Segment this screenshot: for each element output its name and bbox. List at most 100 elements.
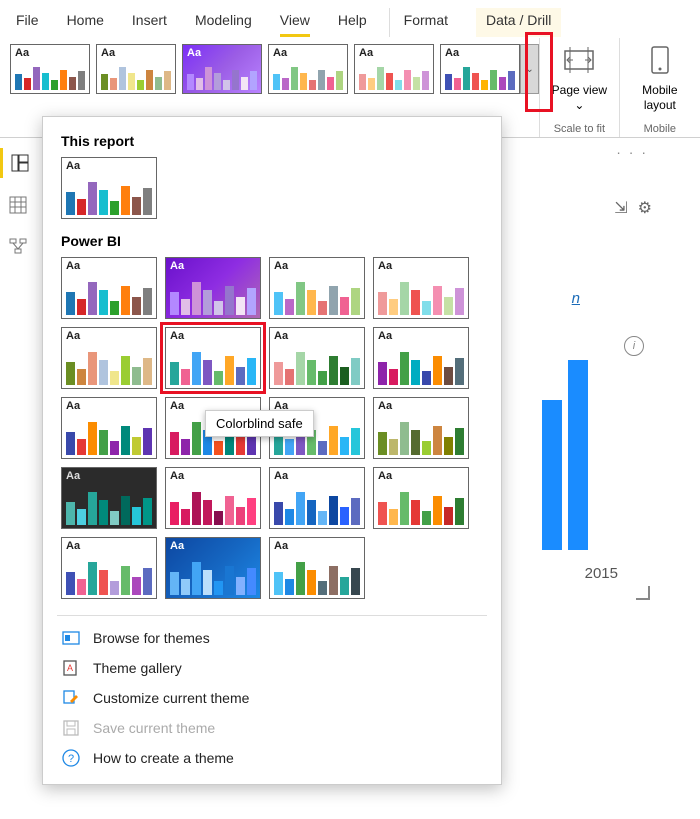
action-gallery[interactable]: ATheme gallery xyxy=(61,658,487,678)
theme-bars xyxy=(66,344,152,385)
chevron-down-icon: ⌄ xyxy=(574,98,584,112)
theme-thumbnail[interactable]: Aa xyxy=(373,257,469,319)
tooltip-theme-name: Colorblind safe xyxy=(205,410,314,437)
theme-aa-label: Aa xyxy=(378,471,464,482)
theme-aa-label: Aa xyxy=(378,331,464,342)
more-options-icon[interactable]: · · · xyxy=(616,144,648,160)
theme-bars xyxy=(378,274,464,315)
theme-thumbnail[interactable]: Aa xyxy=(440,44,520,94)
focus-mode-icon[interactable]: ⇲ xyxy=(614,198,627,218)
action-label: Save current theme xyxy=(93,720,215,736)
theme-thumbnail[interactable]: Aa xyxy=(269,537,365,599)
theme-bars xyxy=(378,414,464,455)
theme-thumbnail[interactable]: Aa xyxy=(61,327,157,389)
theme-bars xyxy=(66,484,152,525)
divider xyxy=(57,615,487,616)
theme-thumbnail[interactable]: Aa xyxy=(165,327,261,389)
theme-thumbnail[interactable]: Aa xyxy=(165,537,261,599)
theme-dropdown-button[interactable]: ⌄ xyxy=(520,44,539,94)
theme-thumbnail[interactable]: Aa xyxy=(268,44,348,94)
theme-bars xyxy=(15,61,85,90)
model-view-icon[interactable] xyxy=(0,232,36,262)
theme-aa-label: Aa xyxy=(274,331,360,342)
svg-text:A: A xyxy=(67,663,73,673)
resize-handle-icon[interactable] xyxy=(636,586,650,600)
mobile-layout-sublabel: Mobile xyxy=(644,123,676,135)
data-view-icon[interactable] xyxy=(0,190,36,220)
theme-bars xyxy=(170,484,256,525)
theme-thumbnail[interactable]: Aa xyxy=(269,257,365,319)
theme-aa-label: Aa xyxy=(445,48,515,59)
theme-thumbnail[interactable]: Aa xyxy=(61,397,157,459)
theme-thumbnail[interactable]: Aa xyxy=(373,397,469,459)
ribbon-tabs: File Home Insert Modeling View Help Form… xyxy=(0,0,700,38)
theme-thumbnail[interactable]: Aa xyxy=(61,467,157,529)
theme-aa-label: Aa xyxy=(187,48,257,59)
theme-thumbnail[interactable]: Aa xyxy=(373,467,469,529)
theme-bars xyxy=(170,554,256,595)
browse-icon xyxy=(61,628,81,648)
theme-aa-label: Aa xyxy=(378,401,464,412)
action-browse[interactable]: Browse for themes xyxy=(61,628,487,648)
theme-bars xyxy=(274,274,360,315)
theme-thumbnail[interactable]: Aa xyxy=(182,44,262,94)
tab-view[interactable]: View xyxy=(280,8,310,37)
view-rail xyxy=(0,134,36,262)
theme-bars xyxy=(170,344,256,385)
theme-thumbnail[interactable]: Aa xyxy=(10,44,90,94)
theme-aa-label: Aa xyxy=(101,48,171,59)
theme-thumbnail[interactable]: Aa xyxy=(61,537,157,599)
theme-aa-label: Aa xyxy=(15,48,85,59)
theme-aa-label: Aa xyxy=(274,541,360,552)
theme-aa-label: Aa xyxy=(66,161,152,172)
theme-thumbnail[interactable]: Aa xyxy=(354,44,434,94)
tab-data-drill[interactable]: Data / Drill xyxy=(476,8,561,37)
page-view-sublabel: Scale to fit xyxy=(554,123,605,135)
theme-aa-label: Aa xyxy=(359,48,429,59)
tab-file[interactable]: File xyxy=(16,8,39,37)
theme-dropdown-panel: This report Aa Power BI AaAaAaAaAaAaAaAa… xyxy=(42,116,502,785)
theme-bars xyxy=(273,61,343,90)
chart-bars-fragment xyxy=(542,360,590,550)
section-power-bi: Power BI xyxy=(61,233,483,249)
svg-text:?: ? xyxy=(68,753,74,765)
theme-bars xyxy=(378,484,464,525)
theme-thumbnail[interactable]: Aa xyxy=(61,257,157,319)
theme-thumbnail[interactable]: Aa xyxy=(269,467,365,529)
action-save: Save current theme xyxy=(61,718,487,738)
theme-bars xyxy=(359,61,429,90)
tab-help[interactable]: Help xyxy=(338,8,367,37)
theme-thumbnail[interactable]: Aa xyxy=(165,257,261,319)
theme-thumbnail[interactable]: Aa xyxy=(165,467,261,529)
tab-format[interactable]: Format xyxy=(389,8,448,37)
theme-aa-label: Aa xyxy=(170,261,256,272)
link-fragment[interactable]: n xyxy=(572,290,580,307)
tab-modeling[interactable]: Modeling xyxy=(195,8,252,37)
theme-aa-label: Aa xyxy=(274,261,360,272)
mobile-icon xyxy=(651,44,669,76)
mobile-layout-group[interactable]: Mobile layout Mobile xyxy=(619,38,700,137)
info-icon[interactable]: i xyxy=(624,336,644,356)
page-view-group[interactable]: Page view ⌄ Scale to fit xyxy=(539,38,619,137)
tab-home[interactable]: Home xyxy=(67,8,104,37)
action-label: How to create a theme xyxy=(93,750,234,766)
theme-thumbnail[interactable]: Aa xyxy=(96,44,176,94)
theme-bars xyxy=(274,344,360,385)
theme-aa-label: Aa xyxy=(274,471,360,482)
theme-bars xyxy=(274,484,360,525)
report-view-icon[interactable] xyxy=(0,148,36,178)
tab-insert[interactable]: Insert xyxy=(132,8,167,37)
customize-icon xyxy=(61,688,81,708)
theme-thumbnail[interactable]: Aa xyxy=(61,157,157,219)
mobile-layout-label: Mobile layout xyxy=(630,83,690,112)
settings-gear-icon[interactable]: ⚙ xyxy=(638,198,652,218)
chevron-down-icon: ⌄ xyxy=(525,64,533,75)
action-customize[interactable]: Customize current theme xyxy=(61,688,487,708)
theme-bars xyxy=(101,61,171,90)
action-label: Browse for themes xyxy=(93,630,210,646)
theme-thumbnail[interactable]: Aa xyxy=(269,327,365,389)
theme-thumbnail[interactable]: Aa xyxy=(373,327,469,389)
theme-aa-label: Aa xyxy=(66,401,152,412)
action-help[interactable]: ? How to create a theme xyxy=(61,748,487,768)
theme-bars xyxy=(66,554,152,595)
